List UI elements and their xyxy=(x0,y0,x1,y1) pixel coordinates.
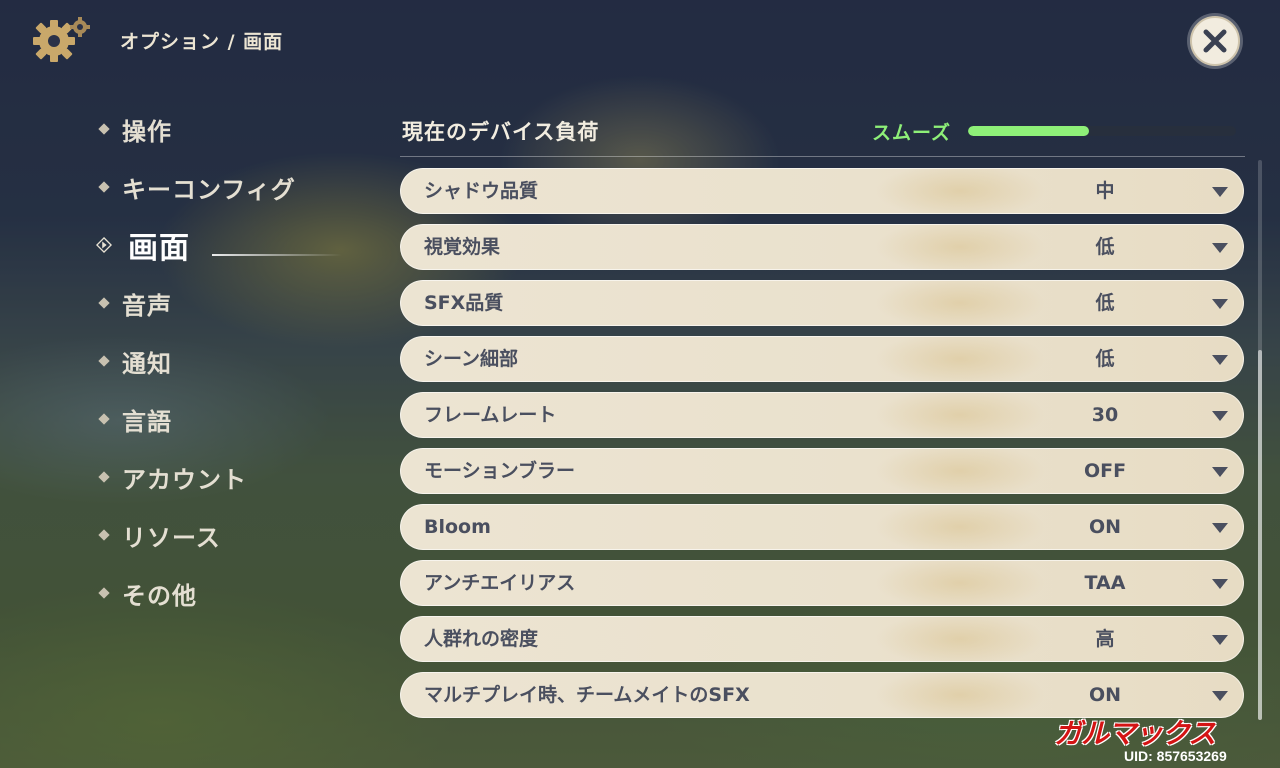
sidebar-nav: 操作 キーコンフィグ 画面 音声 通知 言語 アカウント リソース その他 xyxy=(96,100,376,622)
device-load-bar-fill xyxy=(968,126,1089,136)
setting-value: 低 xyxy=(1095,292,1115,314)
setting-label: シーン細部 xyxy=(424,348,519,370)
sidebar-item-graphics[interactable]: 画面 xyxy=(96,216,376,274)
gear-icon xyxy=(30,14,92,66)
sidebar-item-audio[interactable]: 音声 xyxy=(96,274,376,332)
close-x-icon xyxy=(1203,29,1227,53)
bullet-icon xyxy=(98,297,110,309)
dropdown-arrow-icon xyxy=(1212,243,1228,253)
sidebar-item-label: 音声 xyxy=(122,291,172,320)
setting-label: マルチプレイ時、チームメイトのSFX xyxy=(424,684,750,706)
sidebar-item-label: 画面 xyxy=(128,231,190,266)
bullet-icon xyxy=(98,413,110,425)
setting-row-bloom[interactable]: Bloom ON xyxy=(400,504,1244,550)
setting-value: ON xyxy=(1088,516,1122,538)
bullet-icon xyxy=(98,471,110,483)
setting-value: 低 xyxy=(1095,348,1115,370)
dropdown-arrow-icon xyxy=(1212,635,1228,645)
close-button[interactable] xyxy=(1190,16,1240,66)
setting-label: モーションブラー xyxy=(424,460,576,482)
sidebar-item-label: 操作 xyxy=(122,117,172,146)
sidebar-item-language[interactable]: 言語 xyxy=(96,390,376,448)
setting-row-motion-blur[interactable]: モーションブラー OFF xyxy=(400,448,1244,494)
setting-row-anti-aliasing[interactable]: アンチエイリアス TAA xyxy=(400,560,1244,606)
sidebar-item-label: キーコンフィグ xyxy=(122,175,296,204)
sidebar-item-label: 通知 xyxy=(122,349,172,378)
device-load-status: スムーズ xyxy=(872,122,952,144)
dropdown-arrow-icon xyxy=(1212,579,1228,589)
breadcrumb: オプション / 画面 xyxy=(120,30,284,53)
dropdown-arrow-icon xyxy=(1212,187,1228,197)
sidebar-item-keyconfig[interactable]: キーコンフィグ xyxy=(96,158,376,216)
selection-sparkle xyxy=(212,254,342,256)
setting-row-shadow-quality[interactable]: シャドウ品質 中 xyxy=(400,168,1244,214)
settings-list: シャドウ品質 中 視覚効果 低 SFX品質 低 シーン細部 低 フレームレート … xyxy=(400,168,1244,728)
dropdown-arrow-icon xyxy=(1212,691,1228,701)
setting-label: シャドウ品質 xyxy=(424,180,539,202)
setting-value: 30 xyxy=(1091,404,1119,426)
setting-row-frame-rate[interactable]: フレームレート 30 xyxy=(400,392,1244,438)
uid-label: UID: 857653269 xyxy=(1124,748,1227,764)
setting-label: アンチエイリアス xyxy=(424,572,576,594)
setting-row-crowd-density[interactable]: 人群れの密度 高 xyxy=(400,616,1244,662)
sidebar-item-resources[interactable]: リソース xyxy=(96,506,376,564)
setting-value: 高 xyxy=(1095,628,1115,650)
setting-row-sfx-quality[interactable]: SFX品質 低 xyxy=(400,280,1244,326)
dropdown-arrow-icon xyxy=(1212,523,1228,533)
sidebar-item-account[interactable]: アカウント xyxy=(96,448,376,506)
bullet-icon xyxy=(98,123,110,135)
bullet-icon xyxy=(98,355,110,367)
setting-value: TAA xyxy=(1084,572,1126,594)
bullet-icon xyxy=(98,181,110,193)
device-load-title: 現在のデバイス負荷 xyxy=(402,120,600,144)
setting-label: 視覚効果 xyxy=(424,236,501,258)
dropdown-arrow-icon xyxy=(1212,299,1228,309)
setting-label: Bloom xyxy=(424,516,491,538)
sidebar-item-notifications[interactable]: 通知 xyxy=(96,332,376,390)
setting-row-scene-detail[interactable]: シーン細部 低 xyxy=(400,336,1244,382)
top-bar: オプション / 画面 xyxy=(30,14,283,66)
setting-label: SFX品質 xyxy=(424,292,504,314)
watermark-logo: ガルマックス xyxy=(1054,717,1216,750)
sidebar-item-label: その他 xyxy=(122,581,197,610)
dropdown-arrow-icon xyxy=(1212,355,1228,365)
bullet-icon xyxy=(98,587,110,599)
setting-label: フレームレート xyxy=(424,404,557,426)
dropdown-arrow-icon xyxy=(1212,411,1228,421)
sidebar-item-other[interactable]: その他 xyxy=(96,564,376,622)
bullet-icon xyxy=(98,529,110,541)
sidebar-item-label: 言語 xyxy=(122,407,172,436)
device-load-bar xyxy=(968,126,1236,136)
setting-value: OFF xyxy=(1083,460,1127,482)
sidebar-item-label: アカウント xyxy=(122,465,247,494)
dropdown-arrow-icon xyxy=(1212,467,1228,477)
setting-value: 低 xyxy=(1095,236,1115,258)
setting-value: 中 xyxy=(1095,180,1115,202)
sidebar-item-controls[interactable]: 操作 xyxy=(96,100,376,158)
divider xyxy=(400,156,1245,157)
setting-row-visual-effects[interactable]: 視覚効果 低 xyxy=(400,224,1244,270)
selected-diamond-icon xyxy=(96,236,112,254)
sidebar-item-label: リソース xyxy=(122,523,221,552)
setting-label: 人群れの密度 xyxy=(424,628,539,650)
scrollbar-thumb[interactable] xyxy=(1258,350,1262,720)
